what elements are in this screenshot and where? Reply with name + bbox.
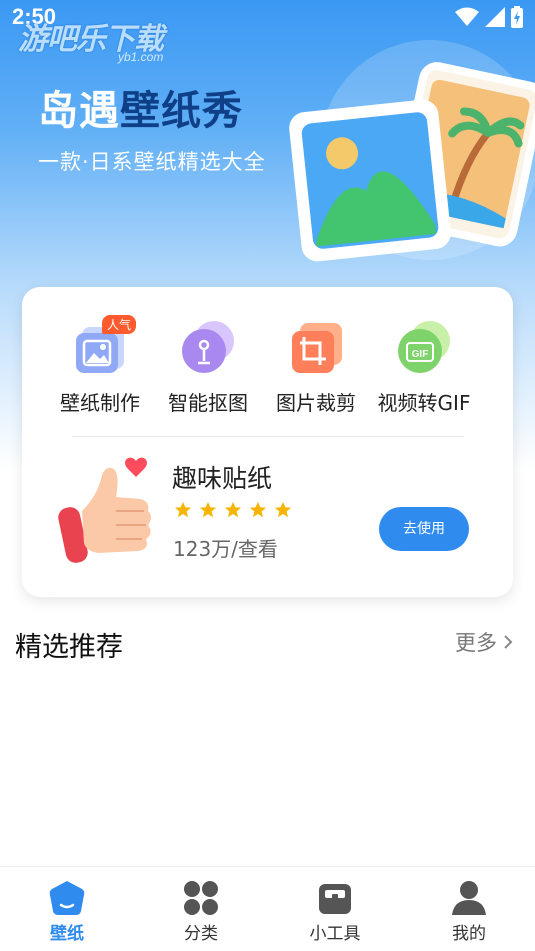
hero-title-part2: 壁纸秀 bbox=[120, 88, 243, 134]
wallpaper-make-icon: 人气 bbox=[72, 315, 136, 375]
signal-icon bbox=[485, 7, 505, 27]
tool-label: 图片裁剪 bbox=[276, 391, 356, 415]
wallpaper-tab-icon bbox=[49, 881, 85, 915]
tool-wallpaper-make[interactable]: 人气 壁纸制作 bbox=[40, 315, 160, 425]
tab-category[interactable]: 分类 bbox=[134, 867, 268, 951]
hot-badge: 人气 bbox=[101, 315, 136, 334]
star-icon bbox=[224, 501, 242, 518]
tool-label: 视频转GIF bbox=[377, 391, 471, 415]
chevron-right-icon bbox=[504, 635, 513, 649]
card-divider bbox=[72, 436, 464, 437]
tool-label: 壁纸制作 bbox=[60, 391, 140, 415]
sticker-title: 趣味贴纸 bbox=[172, 464, 273, 493]
featured-section-title: 精选推荐 bbox=[15, 632, 123, 663]
battery-icon bbox=[511, 6, 523, 28]
tool-label: 智能抠图 bbox=[168, 391, 248, 415]
smart-cutout-icon bbox=[180, 319, 236, 375]
tab-label: 小工具 bbox=[309, 924, 361, 944]
tool-crop[interactable]: 图片裁剪 bbox=[256, 315, 376, 425]
use-sticker-button[interactable]: 去使用 bbox=[379, 507, 469, 551]
tool-video-to-gif[interactable]: GIF 视频转GIF bbox=[364, 315, 484, 425]
rating-stars bbox=[174, 501, 292, 519]
star-icon bbox=[274, 501, 292, 518]
tab-label: 分类 bbox=[184, 924, 218, 944]
tab-label: 壁纸 bbox=[50, 924, 84, 944]
star-icon bbox=[249, 501, 267, 518]
gallery-illustration bbox=[289, 40, 535, 262]
tool-grid: 人气 壁纸制作 智能抠图 图片裁剪 GIF 视频转GIF bbox=[22, 315, 513, 425]
tab-profile[interactable]: 我的 bbox=[402, 867, 535, 951]
gif-icon-text: GIF bbox=[412, 349, 429, 360]
more-label: 更多 bbox=[455, 631, 497, 655]
star-icon bbox=[199, 501, 217, 518]
status-icons bbox=[455, 6, 523, 28]
thumbs-up-icon bbox=[58, 457, 151, 563]
gif-icon: GIF bbox=[396, 319, 452, 375]
crop-icon bbox=[288, 319, 344, 375]
tab-label: 我的 bbox=[452, 924, 486, 944]
sticker-views: 123万/查看 bbox=[173, 537, 278, 561]
hero-title-part1: 岛遇 bbox=[38, 88, 120, 134]
more-link[interactable]: 更多 bbox=[455, 627, 513, 657]
watermark-url: yb1.com bbox=[118, 50, 164, 64]
wifi-icon bbox=[455, 7, 479, 26]
tab-wallpaper[interactable]: 壁纸 bbox=[0, 867, 134, 951]
toolbox-tab-icon bbox=[319, 884, 351, 914]
tools-card: 人气 壁纸制作 智能抠图 图片裁剪 GIF 视频转GIF 趣味贴纸 123万/查… bbox=[22, 287, 513, 597]
star-icon bbox=[174, 501, 192, 518]
bottom-tab-bar: 壁纸 分类 小工具 我的 bbox=[0, 866, 535, 951]
tool-smart-cutout[interactable]: 智能抠图 bbox=[148, 315, 268, 425]
tab-tools[interactable]: 小工具 bbox=[268, 867, 402, 951]
profile-tab-icon bbox=[452, 881, 486, 915]
hero-title: 岛遇壁纸秀 bbox=[38, 78, 243, 136]
sticker-feature: 趣味贴纸 123万/查看 去使用 bbox=[22, 447, 513, 587]
category-tab-icon bbox=[184, 881, 218, 915]
hero-subtitle: 一款·日系壁纸精选大全 bbox=[38, 150, 266, 174]
